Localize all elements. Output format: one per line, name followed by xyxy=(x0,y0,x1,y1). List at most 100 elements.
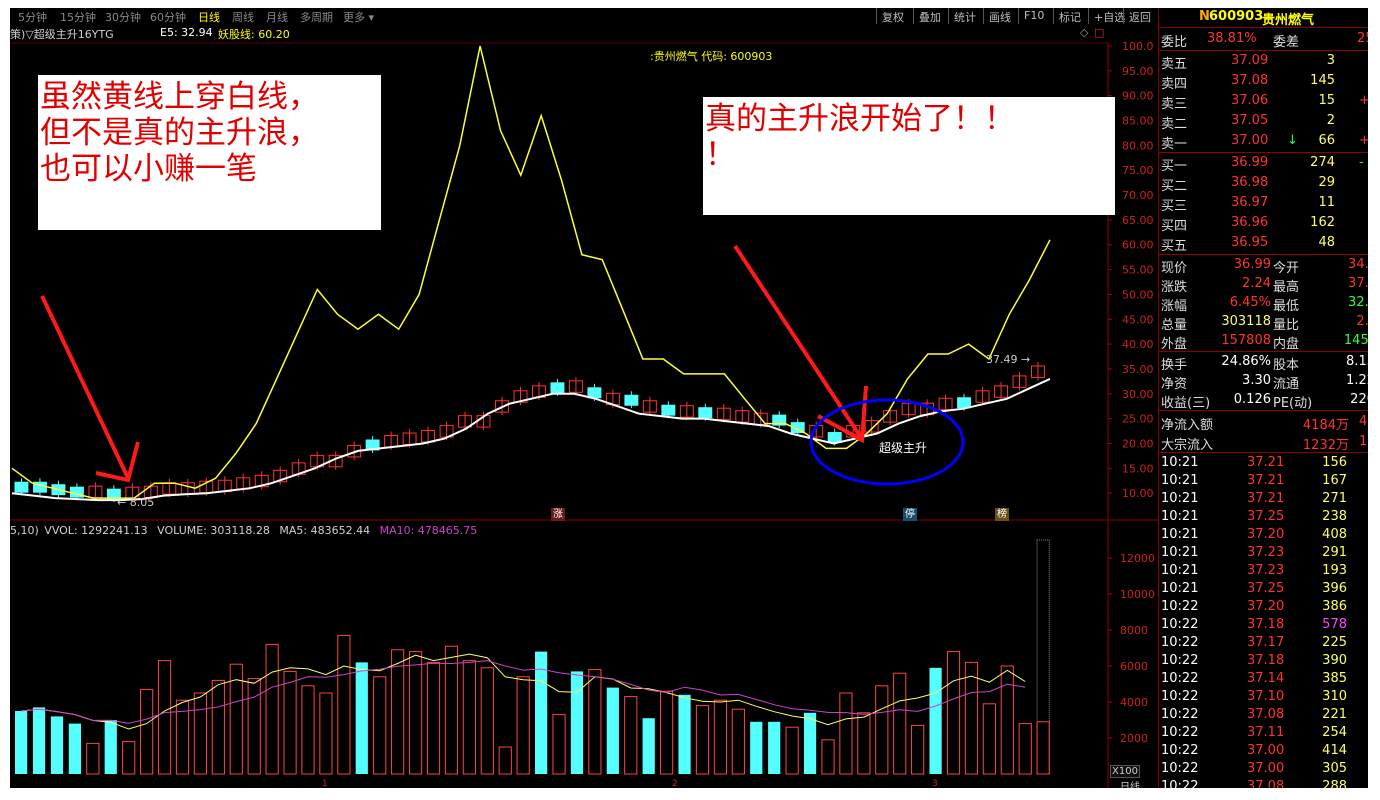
marker-ting[interactable]: 停 xyxy=(903,508,917,521)
tick-row: 10:22 37.00 414 xyxy=(1159,742,1368,760)
annotation-left: 虽然黄线上穿白线， 但不是真的主升浪， 也可以小赚一笔 xyxy=(38,75,381,230)
volume-bar xyxy=(678,694,691,774)
tick-time: 10:21 xyxy=(1161,527,1199,542)
volume-bar xyxy=(301,685,315,775)
tick-row: 10:22 37.08 288 xyxy=(1159,778,1368,788)
bid-label: 买四 xyxy=(1161,219,1188,234)
tick-time: 10:21 xyxy=(1161,509,1199,524)
volume-bar xyxy=(713,699,728,775)
candle xyxy=(550,382,565,394)
bid-price: 36.99 xyxy=(1231,155,1269,170)
stat-value: 36.99 xyxy=(1233,257,1271,272)
price-axis-label: 55.00 xyxy=(1122,264,1154,277)
fund-label-2: 股本 xyxy=(1273,358,1300,373)
marker-bang[interactable]: 榜 xyxy=(995,508,1009,521)
volume-bar xyxy=(498,746,512,775)
candle xyxy=(624,394,639,406)
tick-row: 10:21 37.21 167 xyxy=(1159,472,1368,490)
ask-label: 卖二 xyxy=(1161,117,1188,132)
ask-price: 37.00 xyxy=(1231,133,1269,148)
tick-row: 10:22 37.10 310 xyxy=(1159,688,1368,706)
volume-bar xyxy=(875,685,889,775)
volume-bar xyxy=(462,660,476,775)
tick-time: 10:22 xyxy=(1161,707,1199,722)
marker-zhang[interactable]: 涨 xyxy=(551,508,565,521)
volume-bar xyxy=(946,651,961,775)
tick-price: 37.11 xyxy=(1247,725,1285,740)
tick-volume: 271 xyxy=(1322,491,1347,506)
candle xyxy=(957,397,972,409)
ask-price: 37.08 xyxy=(1231,73,1269,88)
bid-row: 买五 36.95 48 xyxy=(1159,234,1368,254)
volume-bar xyxy=(193,692,208,775)
stat-value: 157808 xyxy=(1221,333,1271,348)
volume-bar xyxy=(444,645,459,775)
weibi-divider xyxy=(1159,50,1368,51)
volume-axis-label: 6000 xyxy=(1120,660,1148,673)
bid-label: 买一 xyxy=(1161,159,1188,174)
bid-volume: 162 xyxy=(1310,215,1335,230)
screenshot-frame: 5分钟 15分钟 30分钟 60分钟 日线 周线 月线 多周期 更多 ▾ 复权 … xyxy=(0,0,1380,800)
ask-row: 卖五 37.09 3 xyxy=(1159,52,1368,72)
tick-volume: 221 xyxy=(1322,707,1347,722)
bid-divider xyxy=(1159,254,1368,255)
flow-row: 大宗流入 1232万 1 xyxy=(1159,433,1368,453)
flow-label: 大宗流入 xyxy=(1161,438,1214,453)
stat-row: 涨跌 2.24最高 37.4 xyxy=(1159,275,1368,295)
tick-volume: 310 xyxy=(1322,689,1347,704)
tick-time: 10:22 xyxy=(1161,599,1199,614)
weicha-value: 25 xyxy=(1357,31,1368,46)
volume-bar xyxy=(86,742,100,775)
volume-bar xyxy=(265,643,279,775)
volume-bar xyxy=(1036,721,1050,775)
price-axis-label: 40.00 xyxy=(1122,338,1154,351)
volume-bar xyxy=(337,634,351,775)
candle xyxy=(698,407,713,419)
tick-row: 10:22 37.20 386 xyxy=(1159,598,1368,616)
volume-axis-label: 10000 xyxy=(1120,588,1155,601)
stat-value-2: 37.4 xyxy=(1348,276,1368,291)
tick-price: 37.23 xyxy=(1247,563,1285,578)
volume-bar xyxy=(1018,723,1032,775)
price-axis-label: 70.00 xyxy=(1122,189,1154,202)
bid-row: 买四 36.96 162 xyxy=(1159,214,1368,234)
ma10-value: MA10: 478465.75 xyxy=(379,524,478,537)
volume-bar xyxy=(355,662,368,774)
stat-value-2: 32.7 xyxy=(1348,295,1368,310)
volume-bar xyxy=(426,661,441,775)
tick-volume: 238 xyxy=(1322,509,1347,524)
tick-row: 10:22 37.18 390 xyxy=(1159,652,1368,670)
tick-price: 37.20 xyxy=(1247,527,1285,542)
fund-value: 24.86% xyxy=(1221,354,1271,369)
stat-value: 6.45% xyxy=(1229,295,1271,310)
weibi-label: 委比 xyxy=(1161,35,1188,50)
price-axis-label: 75.00 xyxy=(1122,164,1154,177)
candle xyxy=(14,481,29,493)
quote-title-row: N 600903 贵州燃气 xyxy=(1159,8,1368,28)
fund-value-2: 220 xyxy=(1350,392,1368,407)
last-price-value: 37.49 xyxy=(986,353,1018,366)
low-price-label: ← 8.05 xyxy=(117,496,155,509)
tick-price: 37.25 xyxy=(1247,581,1285,596)
price-axis-label: 65.00 xyxy=(1122,214,1154,227)
tick-time: 10:22 xyxy=(1161,689,1199,704)
tick-volume: 291 xyxy=(1322,545,1347,560)
stat-row: 外盘 157808内盘 1453 xyxy=(1159,332,1368,352)
volume-bar xyxy=(552,714,566,775)
volume-bar xyxy=(122,741,136,775)
volume-bar xyxy=(1000,665,1014,775)
flow-extra: 4 xyxy=(1359,414,1368,429)
tick-time: 10:21 xyxy=(1161,473,1199,488)
volume-bar xyxy=(104,720,117,774)
price-axis-label: 95.00 xyxy=(1122,65,1154,78)
tick-price: 37.21 xyxy=(1247,455,1285,470)
flow-label: 净流入额 xyxy=(1161,418,1214,433)
tick-time: 10:22 xyxy=(1161,671,1199,686)
annotation-right: 真的主升浪开始了！！ ！ xyxy=(703,97,1115,215)
price-axis-label: 25.00 xyxy=(1122,413,1154,426)
ask-label: 卖一 xyxy=(1161,137,1188,152)
volume-bar xyxy=(516,676,530,775)
bid-price: 36.95 xyxy=(1231,235,1269,250)
price-axis-label: 35.00 xyxy=(1122,363,1154,376)
fund-label: 换手 xyxy=(1161,358,1188,373)
